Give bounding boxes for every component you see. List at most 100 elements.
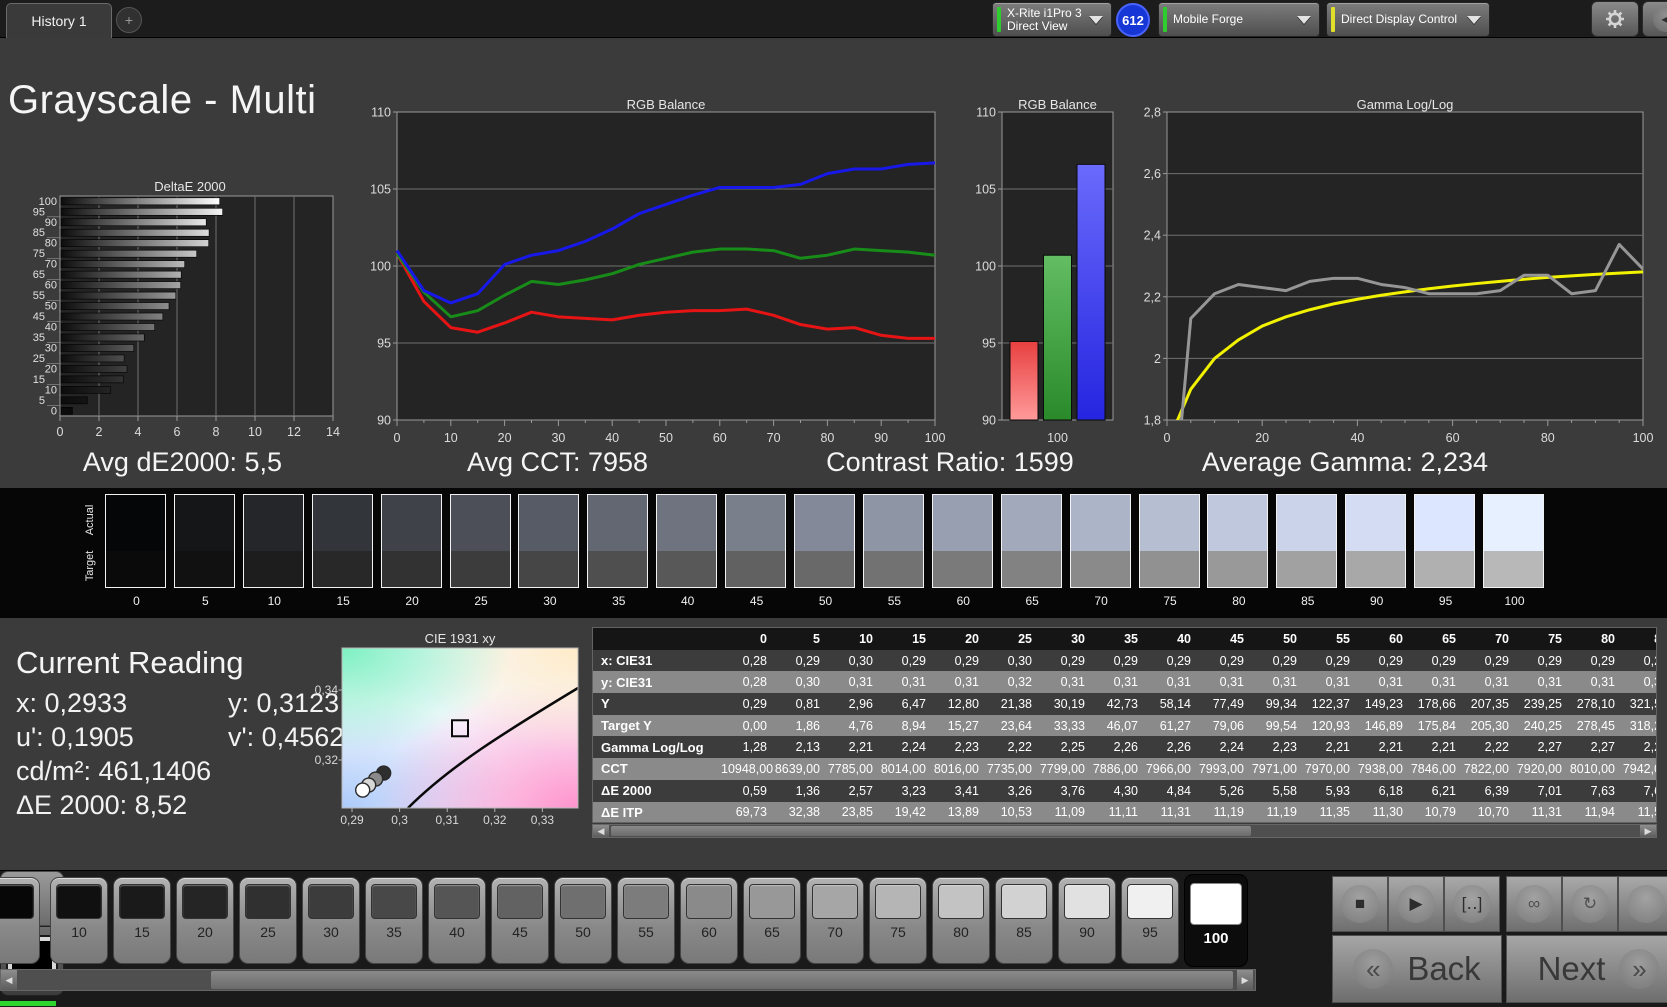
collapse-panel-button[interactable]: ◀ xyxy=(1642,1,1667,37)
table-cell: 11,31 xyxy=(1531,805,1562,820)
table-cell: 23,85 xyxy=(841,805,873,820)
level-button-40[interactable]: 40 xyxy=(428,877,486,964)
target-color-patch xyxy=(1346,551,1406,587)
level-button-65[interactable]: 65 xyxy=(743,877,801,964)
svg-text:0: 0 xyxy=(51,405,57,417)
actual-color-patch xyxy=(381,495,441,551)
scroll-left-icon[interactable]: ◀ xyxy=(1,970,17,990)
table-cell: 4,76 xyxy=(848,718,873,733)
level-button-5[interactable] xyxy=(0,877,40,964)
table-cell: 2,24 xyxy=(1219,740,1244,755)
table-cell: 146,89 xyxy=(1364,718,1403,733)
level-button-55[interactable]: 55 xyxy=(617,877,675,964)
chevrons-right-icon: » xyxy=(1619,949,1660,989)
level-swatch xyxy=(497,884,543,919)
level-button-30[interactable]: 30 xyxy=(302,877,360,964)
svg-text:70: 70 xyxy=(45,259,57,271)
table-cell: 205,30 xyxy=(1470,718,1509,733)
display-control-dropdown-label: Direct Display Control xyxy=(1341,12,1458,26)
swatch-level-label: 90 xyxy=(1370,594,1384,608)
level-button-70[interactable]: 70 xyxy=(806,877,864,964)
level-button-35[interactable]: 35 xyxy=(365,877,423,964)
svg-text:50: 50 xyxy=(45,301,57,313)
level-button-85[interactable]: 85 xyxy=(995,877,1053,964)
svg-text:2,2: 2,2 xyxy=(1144,290,1161,304)
grayscale-swatch-40 xyxy=(656,494,718,588)
svg-text:10: 10 xyxy=(444,431,458,445)
target-color-patch xyxy=(174,551,234,587)
level-swatch xyxy=(56,884,102,919)
svg-text:70: 70 xyxy=(767,431,781,445)
svg-text:0,33: 0,33 xyxy=(531,813,555,827)
actual-color-patch xyxy=(1346,495,1406,551)
next-button[interactable]: Next » xyxy=(1506,935,1667,1003)
level-button-20[interactable]: 20 xyxy=(176,877,234,964)
level-button-10[interactable]: 10 xyxy=(50,877,108,964)
table-horizontal-scrollbar[interactable]: ◀ ▶ xyxy=(592,824,1657,838)
table-cell: 99,34 xyxy=(1265,696,1297,711)
target-color-patch xyxy=(932,551,992,587)
swatch-level-label: 60 xyxy=(956,594,970,608)
level-button-90[interactable]: 90 xyxy=(1058,877,1116,964)
back-button[interactable]: « Back xyxy=(1332,935,1502,1003)
svg-text:90: 90 xyxy=(377,414,391,428)
table-cell: 2,21 xyxy=(1431,740,1456,755)
level-button-label: 30 xyxy=(323,924,339,940)
table-cell: 0,29 xyxy=(1325,653,1350,668)
table-column-header: 5 xyxy=(813,631,820,646)
pattern-scrollbar-thumb[interactable] xyxy=(211,971,1233,989)
table-cell: 8010,00 xyxy=(1569,761,1615,776)
scroll-right-icon[interactable]: ▶ xyxy=(1237,970,1253,990)
table-cell: 3,41 xyxy=(954,783,979,798)
display-control-dropdown[interactable]: Direct Display Control xyxy=(1326,2,1490,37)
level-button-95[interactable]: 95 xyxy=(1121,877,1179,964)
actual-color-patch xyxy=(1001,495,1061,551)
table-cell: 122,37 xyxy=(1311,696,1350,711)
grayscale-swatch-100 xyxy=(1483,494,1544,588)
level-button-50[interactable]: 50 xyxy=(554,877,612,964)
table-column-header: 40 xyxy=(1177,631,1191,646)
table-cell: 0,30 xyxy=(1007,653,1032,668)
level-button-label: 35 xyxy=(386,924,402,940)
level-button-100[interactable]: 100 xyxy=(1184,874,1248,967)
svg-text:10: 10 xyxy=(45,384,57,396)
scroll-right-icon[interactable]: ▶ xyxy=(1640,825,1656,837)
pattern-scrollbar[interactable]: ◀ ▶ xyxy=(0,969,1256,991)
table-cell: 33,33 xyxy=(1053,718,1085,733)
level-button-80[interactable]: 80 xyxy=(932,877,990,964)
refresh-button[interactable]: ↻ xyxy=(1562,876,1618,932)
swatch-level-label: 80 xyxy=(1232,594,1246,608)
level-button-45[interactable]: 45 xyxy=(491,877,549,964)
tab-history-1[interactable]: History 1 xyxy=(6,3,112,38)
table-cell: 0,29 xyxy=(1643,653,1656,668)
table-cell: 11,09 xyxy=(1054,805,1085,820)
level-button-15[interactable]: 15 xyxy=(113,877,171,964)
table-cell: 0,29 xyxy=(1219,653,1244,668)
stop-button[interactable]: ■ xyxy=(1332,876,1388,932)
play-button[interactable]: ▶ xyxy=(1388,876,1444,932)
svg-text:2: 2 xyxy=(96,425,103,439)
scroll-left-icon[interactable]: ◀ xyxy=(593,825,609,837)
level-button-75[interactable]: 75 xyxy=(869,877,927,964)
target-color-patch xyxy=(1070,551,1130,587)
target-color-patch xyxy=(1001,551,1061,587)
level-button-label: 55 xyxy=(638,924,654,940)
source-dropdown[interactable]: Mobile Forge xyxy=(1158,2,1320,37)
table-column-header: 0 xyxy=(760,631,767,646)
level-button-60[interactable]: 60 xyxy=(680,877,738,964)
swatch-level-label: 5 xyxy=(202,594,209,608)
table-row: Target Y 0,00 1,86 4,76 8,94 15,27 23,64 33,33 4… xyxy=(593,714,1656,737)
table-cell: 2,25 xyxy=(1060,740,1085,755)
svg-text:10: 10 xyxy=(248,425,262,439)
continuous-button[interactable]: ∞ xyxy=(1506,876,1562,932)
meter-dropdown[interactable]: X-Rite i1Pro 3 Direct View xyxy=(992,2,1112,37)
add-tab-button[interactable]: + xyxy=(116,7,142,33)
single-measure-button[interactable]: [‥] xyxy=(1444,876,1500,932)
settings-button[interactable] xyxy=(1591,1,1639,37)
level-button-25[interactable]: 25 xyxy=(239,877,297,964)
table-cell: 6,18 xyxy=(1378,783,1403,798)
target-color-patch xyxy=(1208,551,1268,587)
extra-button[interactable] xyxy=(1618,876,1667,932)
measurement-count-badge[interactable]: 612 xyxy=(1116,3,1150,37)
table-scrollbar-thumb[interactable] xyxy=(611,826,1251,836)
